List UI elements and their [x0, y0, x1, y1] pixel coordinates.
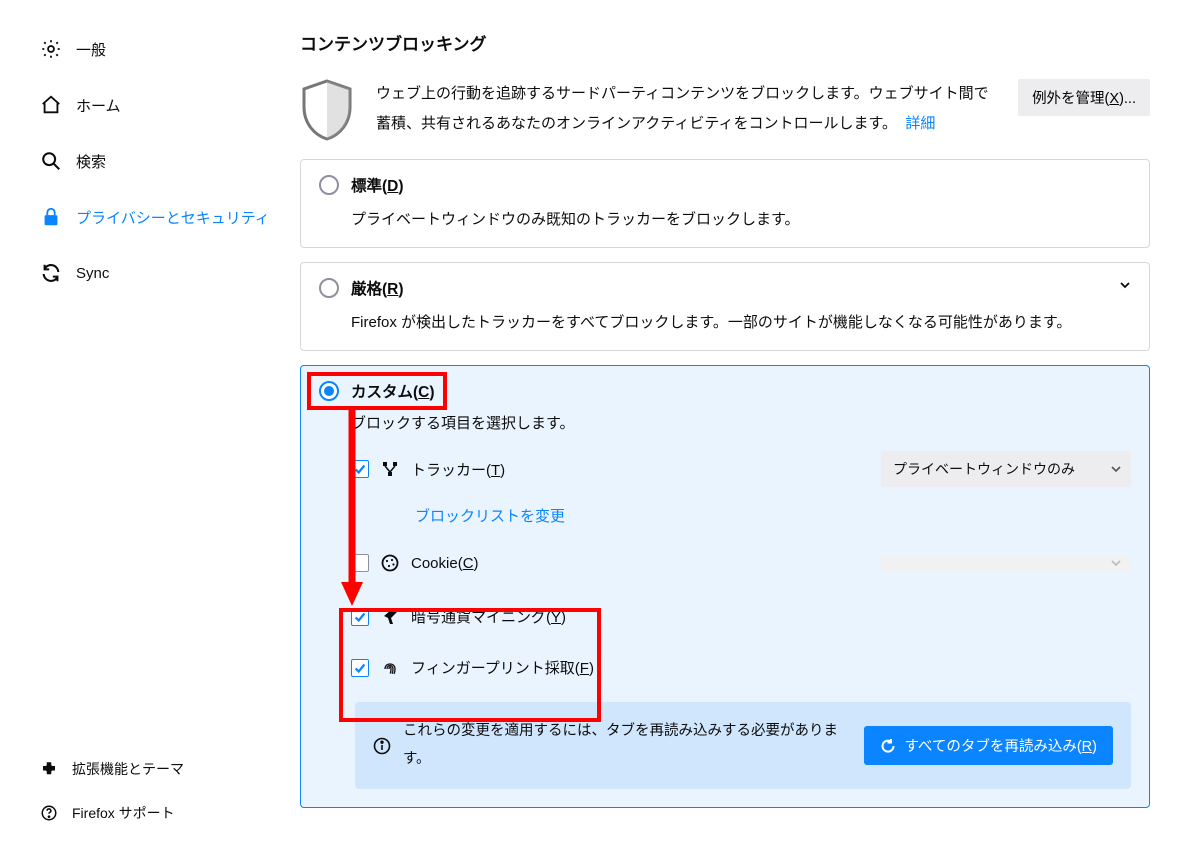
option-custom-desc: ブロックする項目を選択します。 — [351, 412, 1131, 433]
sidebar-item-label: Firefox サポート — [72, 803, 175, 823]
change-blocklist-link[interactable]: ブロックリストを変更 — [415, 497, 1131, 544]
manage-exceptions-button[interactable]: 例外を管理(X)... — [1018, 79, 1150, 116]
sidebar-item-search[interactable]: 検索 — [40, 140, 270, 182]
sidebar-item-support[interactable]: Firefox サポート — [40, 793, 270, 833]
content-area: コンテンツブロッキング ウェブ上の行動を追跡するサードパーティコンテンツをブロッ… — [280, 0, 1200, 847]
option-strict[interactable]: 厳格(R) Firefox が検出したトラッカーをすべてブロックします。一部のサ… — [300, 262, 1150, 351]
info-icon — [373, 737, 391, 755]
sidebar-item-label: Sync — [76, 265, 109, 282]
trackers-label: トラッカー(T) — [411, 459, 505, 480]
sidebar-item-addons[interactable]: 拡張機能とテーマ — [40, 749, 270, 789]
trackers-dropdown[interactable]: プライベートウィンドウのみ — [881, 451, 1131, 487]
radio-strict[interactable] — [319, 278, 339, 298]
intro-text: ウェブ上の行動を追跡するサードパーティコンテンツをブロックします。ウェブサイト間… — [376, 79, 996, 139]
reload-notice-text: これらの変更を適用するには、タブを再読み込みする必要があります。 — [403, 718, 852, 773]
chevron-down-icon[interactable] — [1119, 279, 1131, 291]
custom-opt-trackers: トラッカー(T) プライベートウィンドウのみ — [351, 441, 1131, 497]
cryptominers-label: 暗号通貨マイニング(Y) — [411, 606, 566, 627]
radio-standard[interactable] — [319, 175, 339, 195]
sidebar-item-label: 拡張機能とテーマ — [72, 759, 184, 779]
sync-icon — [40, 262, 62, 284]
checkbox-cookies[interactable] — [351, 554, 369, 572]
cryptominer-icon — [381, 608, 399, 626]
sidebar-item-general[interactable]: 一般 — [40, 28, 270, 70]
sidebar-item-sync[interactable]: Sync — [40, 252, 270, 294]
radio-custom[interactable] — [319, 381, 339, 401]
option-standard-label: 標準(D) — [351, 174, 404, 196]
custom-opt-cookies: Cookie(C) — [351, 544, 1131, 582]
fingerprinters-label: フィンガープリント採取(F) — [411, 657, 594, 678]
option-strict-label: 厳格(R) — [351, 277, 404, 299]
sidebar-item-label: 一般 — [76, 39, 106, 60]
sidebar-item-home[interactable]: ホーム — [40, 84, 270, 126]
reload-notice: これらの変更を適用するには、タブを再読み込みする必要があります。 すべてのタブを… — [355, 702, 1131, 789]
help-icon — [40, 804, 58, 822]
puzzle-icon — [40, 760, 58, 778]
option-standard[interactable]: 標準(D) プライベートウィンドウのみ既知のトラッカーをブロックします。 — [300, 159, 1150, 248]
tracker-icon — [381, 460, 399, 478]
option-strict-desc: Firefox が検出したトラッカーをすべてブロックします。一部のサイトが機能し… — [351, 311, 1131, 332]
sidebar-item-label: 検索 — [76, 151, 106, 172]
custom-opt-fingerprinters: フィンガープリント採取(F) — [351, 647, 1131, 688]
cookies-label: Cookie(C) — [411, 555, 479, 572]
lock-icon — [40, 206, 62, 228]
cookies-dropdown — [881, 555, 1131, 571]
custom-opt-cryptominers: 暗号通貨マイニング(Y) — [351, 596, 1131, 637]
reload-all-tabs-button[interactable]: すべてのタブを再読み込み(R) — [864, 726, 1113, 765]
gear-icon — [40, 38, 62, 60]
option-custom[interactable]: カスタム(C) ブロックする項目を選択します。 トラッカー(T) プライベートウ… — [300, 365, 1150, 808]
option-standard-desc: プライベートウィンドウのみ既知のトラッカーをブロックします。 — [351, 208, 1131, 229]
shield-icon — [300, 79, 354, 141]
search-icon — [40, 150, 62, 172]
settings-sidebar: 一般 ホーム 検索 プライバシーとセキュリティ Sync — [0, 0, 280, 847]
content-blocking-intro: ウェブ上の行動を追跡するサードパーティコンテンツをブロックします。ウェブサイト間… — [300, 79, 1150, 141]
home-icon — [40, 94, 62, 116]
sidebar-item-label: ホーム — [76, 95, 121, 116]
cookie-icon — [381, 554, 399, 572]
checkbox-trackers[interactable] — [351, 460, 369, 478]
fingerprint-icon — [381, 659, 399, 677]
option-custom-label: カスタム(C) — [351, 380, 435, 402]
checkbox-fingerprinters[interactable] — [351, 659, 369, 677]
sidebar-item-label: プライバシーとセキュリティ — [76, 207, 270, 228]
checkbox-cryptominers[interactable] — [351, 608, 369, 626]
sidebar-item-privacy[interactable]: プライバシーとセキュリティ — [40, 196, 270, 238]
section-title: コンテンツブロッキング — [300, 30, 1150, 55]
details-link[interactable]: 詳細 — [905, 115, 935, 132]
